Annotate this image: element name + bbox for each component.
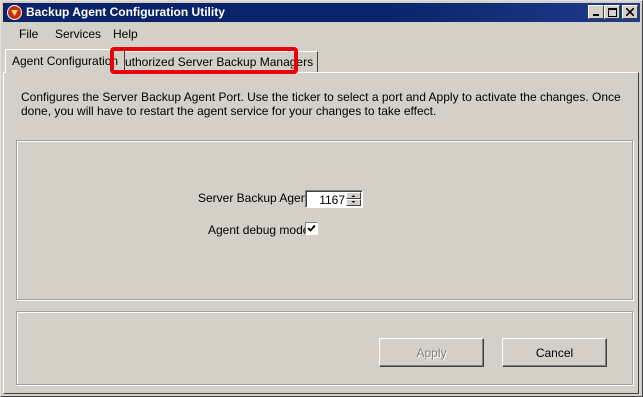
spin-up-button[interactable] <box>346 192 361 199</box>
cancel-button[interactable]: Cancel <box>502 338 607 367</box>
spinner-buttons <box>346 192 361 206</box>
menu-services[interactable]: Services <box>55 27 101 41</box>
arrow-down-icon <box>351 201 356 203</box>
title-bar[interactable]: Backup Agent Configuration Utility <box>3 3 640 22</box>
tab-highlight-outline <box>110 47 298 74</box>
spin-down-button[interactable] <box>346 199 361 206</box>
maximize-button[interactable] <box>604 5 620 19</box>
app-icon <box>7 5 22 20</box>
menu-help[interactable]: Help <box>113 27 138 41</box>
settings-group <box>16 140 633 300</box>
maximize-icon <box>607 7 617 17</box>
port-spinner[interactable]: 1167 <box>305 190 363 208</box>
menu-file[interactable]: File <box>19 27 38 41</box>
checkmark-icon <box>307 224 316 232</box>
window-title: Backup Agent Configuration Utility <box>26 5 225 19</box>
port-value[interactable]: 1167 <box>319 193 345 207</box>
debug-mode-checkbox[interactable] <box>305 222 318 235</box>
menu-bar: File Services Help <box>3 24 640 44</box>
port-label: Server Backup Agent <box>198 191 311 205</box>
app-window: Backup Agent Configuration Utility File … <box>0 0 643 397</box>
description-text: Configures the Server Backup Agent Port.… <box>21 90 621 118</box>
close-button[interactable] <box>622 5 638 19</box>
debug-mode-label: Agent debug mode <box>208 223 310 237</box>
tab-strip: Agent Configuration Authorized Server Ba… <box>3 47 640 73</box>
close-icon <box>626 8 634 16</box>
minimize-icon <box>593 14 599 16</box>
arrow-up-icon <box>351 195 356 197</box>
minimize-button[interactable] <box>588 5 604 19</box>
tab-agent-configuration[interactable]: Agent Configuration <box>5 49 126 73</box>
apply-button[interactable]: Apply <box>379 338 484 367</box>
